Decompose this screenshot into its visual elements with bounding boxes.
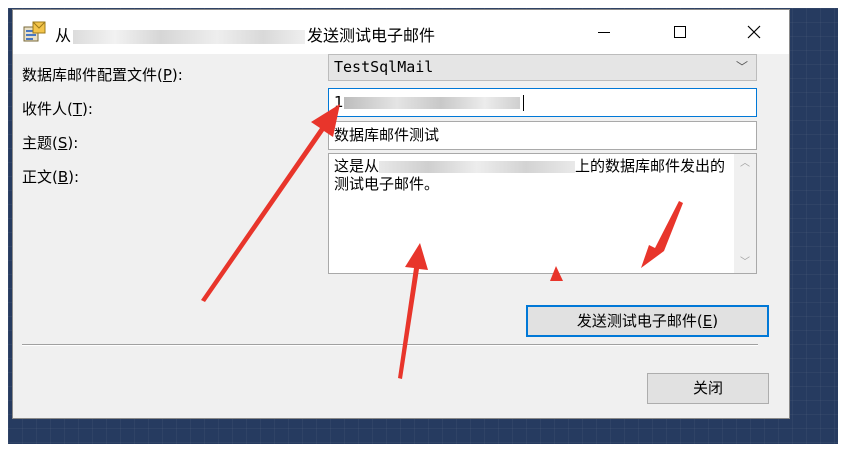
maximize-button[interactable] [657, 10, 703, 54]
close-icon [747, 25, 761, 39]
subject-input[interactable]: 数据库邮件测试 [328, 121, 757, 150]
window-title-prefix: 从 [55, 26, 72, 45]
recipient-label: 收件人(T): [22, 100, 93, 118]
body-scrollbar[interactable]: ︿ ﹀ [734, 154, 756, 273]
minimize-button[interactable] [581, 10, 627, 54]
title-bar: 从 发送测试电子邮件 [13, 10, 789, 54]
body-textarea[interactable]: 这是从 上的数据库邮件发出的测试电子邮件。 ︿ ﹀ [328, 153, 757, 274]
close-window-button[interactable] [731, 10, 777, 54]
subject-label: 主题(S): [22, 134, 79, 152]
profile-select-value: TestSqlMail [334, 58, 434, 76]
database-mail-icon [23, 21, 46, 42]
redacted-server-name [73, 29, 306, 44]
redacted-recipient-address [343, 96, 520, 109]
body-text: 这是从 上的数据库邮件发出的测试电子邮件。 [334, 157, 726, 193]
chevron-down-icon: ﹀ [735, 60, 748, 74]
subject-input-value: 数据库邮件测试 [334, 126, 440, 144]
window-title-suffix: 发送测试电子邮件 [307, 26, 436, 45]
maximize-icon [674, 26, 686, 38]
window-title: 从 发送测试电子邮件 [55, 22, 435, 46]
minimize-icon [598, 31, 610, 33]
redacted-server-name-body [379, 160, 576, 173]
profile-label: 数据库邮件配置文件(P): [22, 66, 183, 84]
body-label: 正文(B): [22, 168, 80, 186]
recipient-input-prefix: 1 [334, 93, 344, 111]
profile-select[interactable]: TestSqlMail ﹀ [328, 54, 757, 81]
close-button[interactable]: 关闭 [647, 373, 769, 404]
text-cursor [522, 94, 524, 111]
separator [22, 344, 758, 346]
scroll-up-icon[interactable]: ︿ [734, 154, 756, 174]
send-test-email-button[interactable]: 发送测试电子邮件(E) [526, 305, 769, 337]
recipient-input[interactable]: 1 [328, 88, 757, 117]
scroll-down-icon[interactable]: ﹀ [734, 253, 756, 273]
